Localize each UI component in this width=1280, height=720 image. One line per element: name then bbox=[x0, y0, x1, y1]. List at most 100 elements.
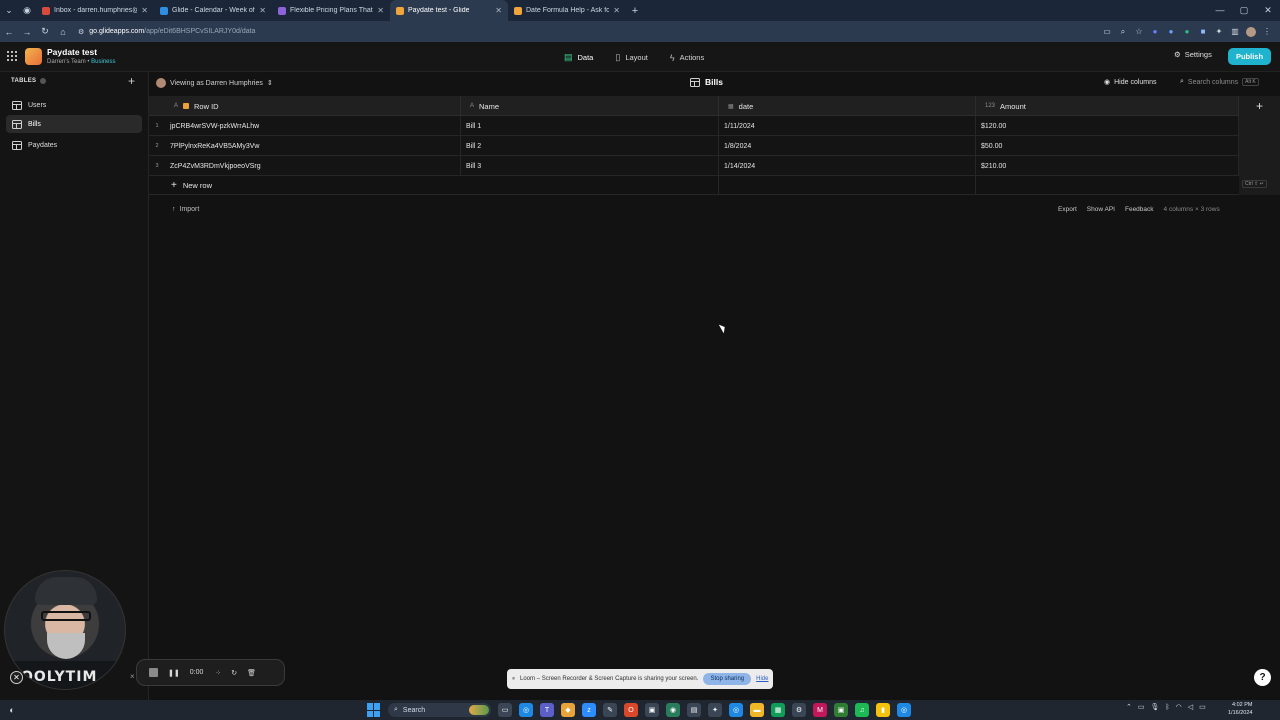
task-view-icon[interactable]: ▭ bbox=[498, 703, 512, 717]
maximize-icon[interactable]: ▢ bbox=[1232, 5, 1256, 16]
import-button[interactable]: ↑ Import bbox=[172, 206, 199, 213]
cell-date[interactable]: 1/8/2024 bbox=[719, 136, 976, 156]
side-panel-icon[interactable]: ▥ bbox=[1230, 27, 1240, 37]
camera-icon[interactable]: ▭ bbox=[1102, 27, 1112, 37]
sidebar-item-bills[interactable]: Bills bbox=[6, 115, 142, 133]
loom-close-camera-icon[interactable]: ✕ bbox=[10, 671, 23, 684]
viewing-as-selector[interactable]: Viewing as Darren Humphries ⇕ bbox=[156, 78, 273, 88]
close-tab-icon[interactable]: ✕ bbox=[137, 6, 148, 15]
cell-date[interactable]: 1/11/2024 bbox=[719, 116, 976, 136]
column-header-amount[interactable]: 123 Amount bbox=[976, 96, 1239, 116]
profile-avatar[interactable] bbox=[1246, 26, 1256, 37]
add-table-button[interactable]: + bbox=[128, 74, 135, 88]
extensions-puzzle-icon[interactable]: ✦ bbox=[1214, 27, 1224, 37]
table-row[interactable]: 1 jpCRB4wrSVW-pzkWrrALhw Bill 1 1/11/202… bbox=[149, 116, 1239, 136]
tab-data[interactable]: ▤ Data bbox=[560, 50, 597, 65]
browser-tab-date-formula[interactable]: Date Formula Help - Ask for He ✕ bbox=[508, 0, 626, 21]
bookmark-star-icon[interactable]: ☆ bbox=[1134, 27, 1144, 37]
feedback-link[interactable]: Feedback bbox=[1125, 206, 1154, 213]
close-tab-icon[interactable]: ✕ bbox=[609, 6, 620, 15]
search-columns-input[interactable]: ⌕ Search columns Alt K bbox=[1180, 78, 1259, 86]
taskbar-search[interactable]: ⌕ Search bbox=[388, 703, 491, 717]
cell-name[interactable]: Bill 1 bbox=[461, 116, 719, 136]
close-tab-icon[interactable]: ✕ bbox=[255, 6, 266, 15]
widgets-icon[interactable]: ◐ bbox=[0, 705, 24, 715]
extension-icon[interactable]: ■ bbox=[1198, 27, 1208, 37]
chrome-icon[interactable]: ◎ bbox=[729, 703, 743, 717]
app-icon[interactable]: ▣ bbox=[645, 703, 659, 717]
publish-button[interactable]: Publish bbox=[1228, 48, 1271, 65]
extension-icon[interactable]: ● bbox=[1182, 27, 1192, 37]
app-icon[interactable]: ◆ bbox=[561, 703, 575, 717]
chrome-icon[interactable]: ◎ bbox=[519, 703, 533, 717]
taskbar-clock[interactable]: 4:02 PM 1/16/2024 bbox=[1228, 702, 1252, 717]
column-header-date[interactable]: ▦ date bbox=[719, 96, 976, 116]
app-icon[interactable]: ◉ bbox=[666, 703, 680, 717]
cell-row-id[interactable]: 7PlPylnxReKa4VB5AMy3Vw bbox=[165, 136, 461, 156]
cell-row-id[interactable]: ZcP4ZvM3RDmVkjpoeoVSrg bbox=[165, 156, 461, 176]
drawing-tool-icon[interactable]: ⁘ bbox=[215, 669, 221, 677]
table-row[interactable]: 3 ZcP4ZvM3RDmVkjpoeoVSrg Bill 3 1/14/202… bbox=[149, 156, 1239, 176]
office-icon[interactable]: O bbox=[624, 703, 638, 717]
reload-icon[interactable]: ↻ bbox=[36, 26, 54, 37]
column-header-row-id[interactable]: A Row ID bbox=[165, 96, 461, 116]
sidebar-item-paydates[interactable]: Paydates bbox=[6, 136, 142, 154]
app-icon[interactable]: ▦ bbox=[771, 703, 785, 717]
file-explorer-icon[interactable]: ▬ bbox=[750, 703, 764, 717]
stop-record-button[interactable] bbox=[149, 668, 158, 677]
new-tab-icon[interactable]: + bbox=[626, 5, 644, 17]
extension-icon[interactable]: ● bbox=[1150, 27, 1160, 37]
column-header-name[interactable]: A Name bbox=[461, 96, 719, 116]
notes-icon[interactable]: ▮ bbox=[876, 703, 890, 717]
volume-icon[interactable]: ◁ bbox=[1188, 703, 1193, 711]
new-row-button[interactable]: + New row bbox=[149, 176, 1239, 195]
app-name[interactable]: Paydate test bbox=[47, 47, 97, 57]
export-link[interactable]: Export bbox=[1058, 206, 1077, 213]
app-icon[interactable]: ▤ bbox=[687, 703, 701, 717]
browser-tab-inbox[interactable]: Inbox - darren.humphries@hey ✕ bbox=[36, 0, 154, 21]
microphone-icon[interactable]: 🎙 bbox=[1151, 703, 1160, 711]
extension-icon[interactable]: ● bbox=[1166, 27, 1176, 37]
zoom-icon[interactable]: ⌕ bbox=[1118, 27, 1128, 37]
browser-profile-icon[interactable]: ◉ bbox=[18, 0, 36, 21]
browser-tab-pricing[interactable]: Flexible Pricing Plans That Scale ✕ bbox=[272, 0, 390, 21]
url-field[interactable]: ⚙ go.glideapps.com/app/eDit6BHSPCvSILARJ… bbox=[78, 28, 255, 36]
start-button[interactable] bbox=[367, 703, 381, 717]
table-row[interactable]: 2 7PlPylnxReKa4VB5AMy3Vw Bill 2 1/8/2024… bbox=[149, 136, 1239, 156]
teams-icon[interactable]: T bbox=[540, 703, 554, 717]
tab-search-icon[interactable]: ⌄ bbox=[0, 0, 18, 21]
sidebar-item-users[interactable]: Users bbox=[6, 96, 142, 114]
browser-tab-paydate[interactable]: Paydate test - Glide ✕ bbox=[390, 0, 508, 21]
site-info-icon[interactable]: ⚙ bbox=[78, 28, 84, 36]
app-icon[interactable]: ⚙ bbox=[792, 703, 806, 717]
cell-amount[interactable]: $120.00 bbox=[976, 116, 1239, 136]
stop-sharing-button[interactable]: Stop sharing bbox=[703, 673, 752, 685]
app-grid-icon[interactable] bbox=[7, 51, 17, 61]
cell-name[interactable]: Bill 3 bbox=[461, 156, 719, 176]
app-icon[interactable]: ▣ bbox=[834, 703, 848, 717]
home-icon[interactable]: ⌂ bbox=[54, 27, 72, 37]
pause-button[interactable]: ❚❚ bbox=[168, 669, 180, 677]
cell-date[interactable]: 1/14/2024 bbox=[719, 156, 976, 176]
show-api-link[interactable]: Show API bbox=[1087, 206, 1115, 213]
minimize-icon[interactable]: — bbox=[1208, 5, 1232, 16]
webcam-bubble[interactable]: OOLYTIM bbox=[4, 570, 126, 690]
mail-icon[interactable]: M bbox=[813, 703, 827, 717]
bluetooth-icon[interactable]: ᛒ bbox=[1165, 704, 1169, 711]
cell-name[interactable]: Bill 2 bbox=[461, 136, 719, 156]
app-icon[interactable]: ✦ bbox=[708, 703, 722, 717]
app-logo[interactable] bbox=[25, 48, 42, 65]
tab-actions[interactable]: ϟ Actions bbox=[666, 50, 708, 65]
tab-layout[interactable]: ▯ Layout bbox=[611, 50, 651, 65]
cell-amount[interactable]: $50.00 bbox=[976, 136, 1239, 156]
app-tray-icon[interactable]: ▭ bbox=[1138, 703, 1145, 711]
help-button[interactable]: ? bbox=[1254, 669, 1271, 686]
chevron-up-icon[interactable]: ⌃ bbox=[1126, 703, 1132, 711]
wifi-icon[interactable]: ◠ bbox=[1176, 703, 1182, 711]
trash-icon[interactable]: 🗑 bbox=[247, 669, 256, 677]
notepad-icon[interactable]: ✎ bbox=[603, 703, 617, 717]
zoom-app-icon[interactable]: z bbox=[582, 703, 596, 717]
cell-row-id[interactable]: jpCRB4wrSVW-pzkWrrALhw bbox=[165, 116, 461, 136]
browser-tab-calendar[interactable]: Glide - Calendar - Week of Jan ✕ bbox=[154, 0, 272, 21]
close-window-icon[interactable]: ✕ bbox=[1256, 5, 1280, 16]
